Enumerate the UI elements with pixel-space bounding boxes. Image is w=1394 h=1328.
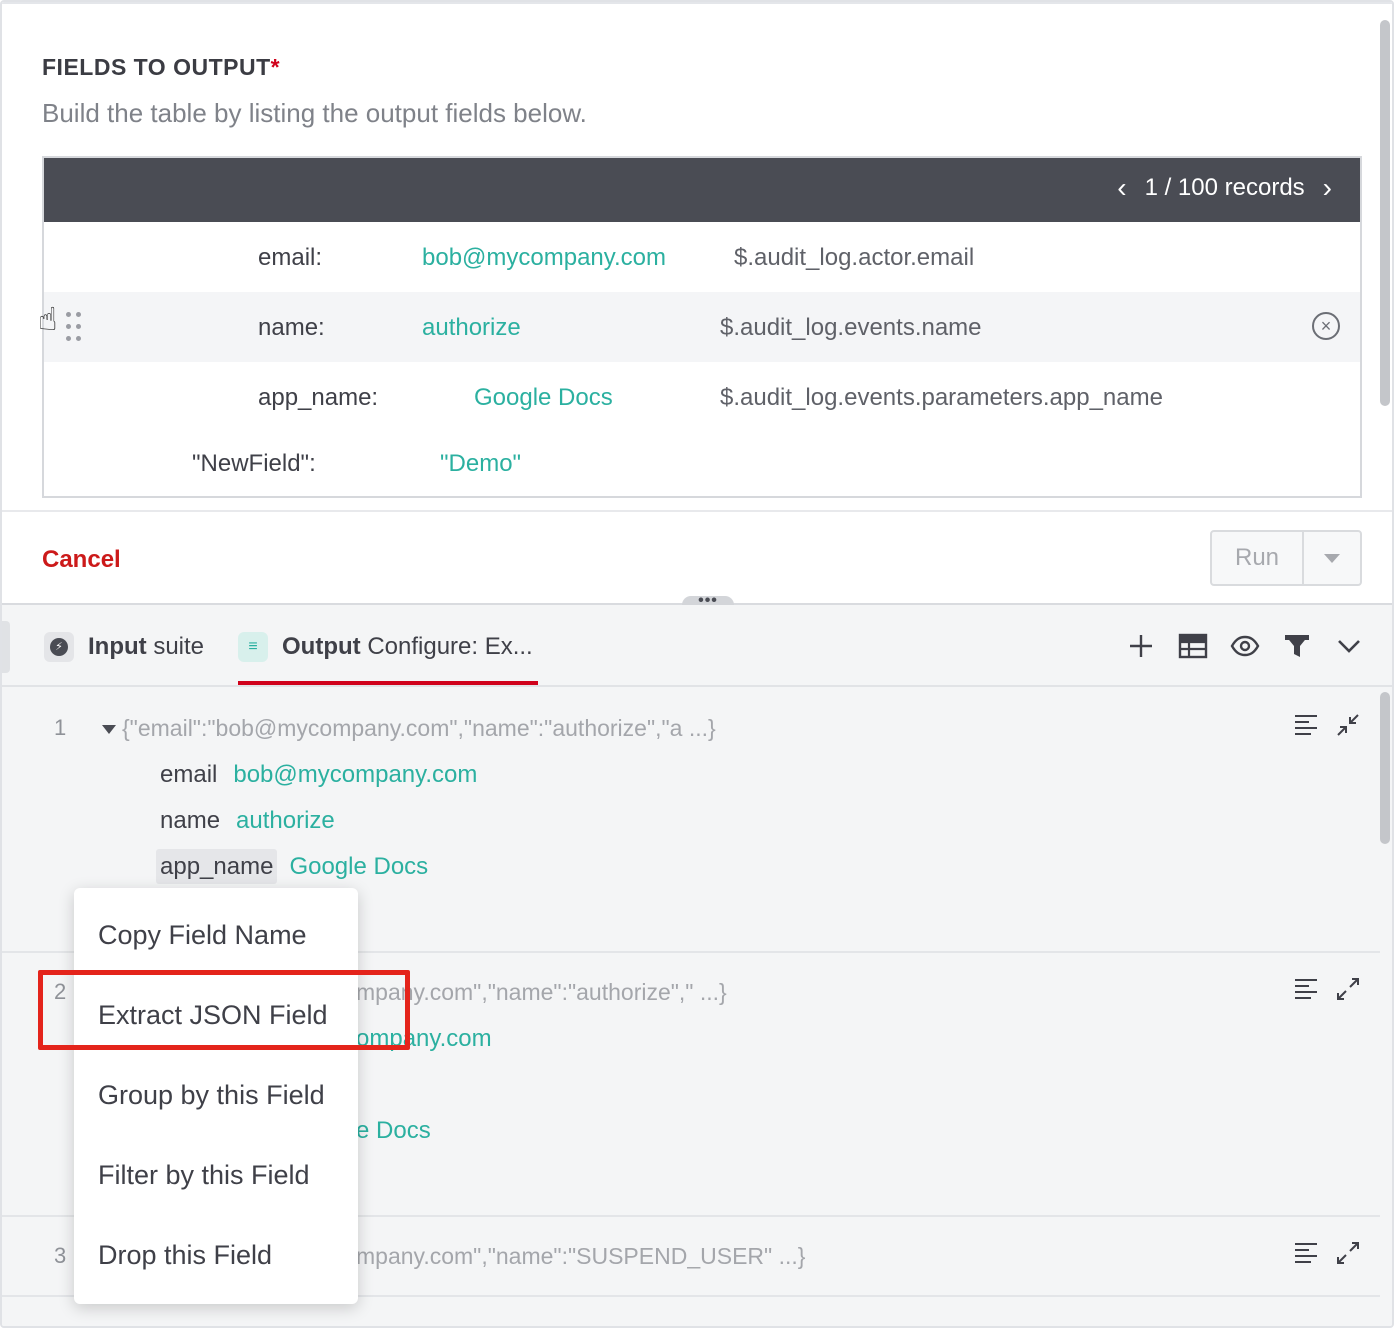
field-value: bob@mycompany.com bbox=[422, 244, 667, 271]
json-value: bob@mycompany.com bbox=[233, 761, 478, 788]
records-count: 1 / 100 records bbox=[1144, 174, 1305, 201]
menu-item-drop-field[interactable]: Drop this Field bbox=[98, 1240, 272, 1271]
tab-input-label: Input bbox=[88, 633, 147, 660]
record-summary[interactable]: mpany.com","name":"SUSPEND_USER" ...} bbox=[356, 1243, 805, 1270]
line-number: 1 bbox=[54, 715, 67, 740]
results-scrollbar[interactable] bbox=[1380, 692, 1390, 844]
json-field-name[interactable]: name authorize bbox=[160, 807, 335, 835]
field-key: name: bbox=[258, 314, 325, 341]
records-header: ‹ 1 / 100 records › bbox=[44, 158, 1360, 222]
run-options-dropdown[interactable] bbox=[1304, 532, 1360, 584]
json-field-email[interactable]: ompany.com bbox=[356, 1025, 492, 1053]
fields-title: FIELDS TO OUTPUT* bbox=[42, 54, 280, 81]
json-field-email[interactable]: email bob@mycompany.com bbox=[160, 761, 477, 789]
prev-record-icon[interactable]: ‹ bbox=[1117, 174, 1126, 202]
json-value: authorize bbox=[236, 807, 335, 834]
records-pagination: ‹ 1 / 100 records › bbox=[1117, 174, 1332, 202]
cancel-button[interactable]: Cancel bbox=[42, 546, 121, 574]
expand-arrows-icon[interactable] bbox=[1336, 977, 1360, 1001]
run-button-group: Run bbox=[1210, 530, 1362, 586]
json-key[interactable]: email bbox=[160, 761, 217, 788]
line-number: 2 bbox=[54, 979, 67, 1004]
fields-description: Build the table by listing the output fi… bbox=[42, 98, 587, 128]
fields-title-text: FIELDS TO OUTPUT bbox=[42, 54, 271, 80]
menu-item-filter-by-field[interactable]: Filter by this Field bbox=[98, 1160, 310, 1191]
record-summary[interactable]: {"email":"bob@mycompany.com","name":"aut… bbox=[122, 715, 716, 742]
menu-item-extract-json-field[interactable]: Extract JSON Field bbox=[98, 1000, 328, 1031]
tab-input-sub: suite bbox=[153, 633, 205, 660]
json-value: Google Docs bbox=[289, 853, 429, 880]
records-table: ‹ 1 / 100 records › email: bob@mycompany… bbox=[38, 156, 1362, 498]
json-key-selected[interactable]: app_name bbox=[156, 849, 278, 884]
expand-arrows-icon[interactable] bbox=[1336, 1241, 1360, 1265]
field-value: Google Docs bbox=[474, 384, 613, 411]
field-path: $.audit_log.events.name bbox=[720, 314, 982, 341]
json-value: e Docs bbox=[356, 1117, 431, 1144]
field-row-app-name[interactable]: app_name: Google Docs $.audit_log.events… bbox=[44, 362, 1360, 432]
required-mark: * bbox=[270, 54, 281, 80]
form-scrollbar[interactable] bbox=[1380, 20, 1390, 406]
results-tabs-bar: ⚡ Input suite ≡ Output Configure: Ex... bbox=[2, 605, 1392, 687]
field-value: authorize bbox=[422, 314, 521, 341]
field-context-menu: Copy Field Name Extract JSON Field Group… bbox=[74, 888, 358, 1304]
json-field-app-name[interactable]: app_name Google Docs bbox=[156, 849, 429, 884]
top-divider bbox=[2, 2, 1392, 4]
collapse-arrows-icon[interactable] bbox=[1336, 713, 1360, 737]
json-field-app-name[interactable]: e Docs bbox=[356, 1117, 431, 1145]
drag-handle-icon[interactable] bbox=[66, 310, 86, 344]
field-value: "Demo" bbox=[440, 450, 522, 477]
align-left-icon[interactable] bbox=[1294, 977, 1318, 1001]
line-number: 3 bbox=[54, 1243, 67, 1268]
caret-down-icon bbox=[1324, 553, 1340, 563]
field-row-email[interactable]: email: bob@mycompany.com $.audit_log.act… bbox=[44, 222, 1360, 292]
tab-output[interactable]: ≡ Output Configure: Ex... bbox=[238, 627, 533, 667]
fields-form: FIELDS TO OUTPUT* Build the table by lis… bbox=[2, 2, 1392, 510]
collapse-caret-icon[interactable] bbox=[102, 725, 116, 734]
record-summary[interactable]: mpany.com","name":"authorize"," ...} bbox=[356, 979, 727, 1006]
table-icon[interactable] bbox=[1178, 631, 1208, 661]
tab-output-label: Output bbox=[282, 633, 361, 660]
output-list-icon: ≡ bbox=[238, 632, 268, 662]
row-actions bbox=[1294, 1241, 1360, 1265]
chevron-down-icon[interactable] bbox=[1334, 631, 1364, 661]
eye-icon[interactable] bbox=[1230, 631, 1260, 661]
app-frame: FIELDS TO OUTPUT* Build the table by lis… bbox=[0, 0, 1394, 1328]
next-record-icon[interactable]: › bbox=[1323, 174, 1332, 202]
row-actions bbox=[1294, 977, 1360, 1001]
field-key: app_name: bbox=[258, 384, 379, 411]
hand-cursor-icon: ☝ bbox=[38, 301, 58, 337]
tab-output-sub: Configure: Ex... bbox=[367, 633, 533, 660]
active-tab-indicator bbox=[238, 681, 538, 685]
action-bar: Cancel Run bbox=[2, 510, 1392, 606]
field-path: $.audit_log.events.parameters.app_name bbox=[720, 384, 1163, 411]
field-row-name[interactable]: ☝ name: authorize $.audit_log.events.nam… bbox=[38, 292, 1360, 362]
field-key: "NewField": bbox=[192, 450, 316, 477]
field-path: $.audit_log.actor.email bbox=[734, 244, 975, 271]
field-key: email: bbox=[258, 244, 323, 271]
plus-icon[interactable] bbox=[1126, 631, 1156, 661]
menu-item-group-by-field[interactable]: Group by this Field bbox=[98, 1080, 325, 1111]
field-row-newfield[interactable]: "NewField": "Demo" bbox=[44, 428, 1360, 498]
tab-input[interactable]: ⚡ Input suite bbox=[44, 627, 204, 667]
side-grip[interactable] bbox=[2, 621, 10, 673]
json-value: ompany.com bbox=[356, 1025, 492, 1052]
json-key[interactable]: name bbox=[160, 807, 220, 834]
lightning-icon: ⚡ bbox=[44, 632, 74, 662]
align-left-icon[interactable] bbox=[1294, 713, 1318, 737]
align-left-icon[interactable] bbox=[1294, 1241, 1318, 1265]
run-button[interactable]: Run bbox=[1212, 532, 1304, 584]
menu-item-copy-field-name[interactable]: Copy Field Name bbox=[98, 920, 307, 951]
remove-field-icon[interactable]: × bbox=[1312, 312, 1340, 340]
filter-icon[interactable] bbox=[1282, 631, 1312, 661]
row-actions bbox=[1294, 713, 1360, 737]
